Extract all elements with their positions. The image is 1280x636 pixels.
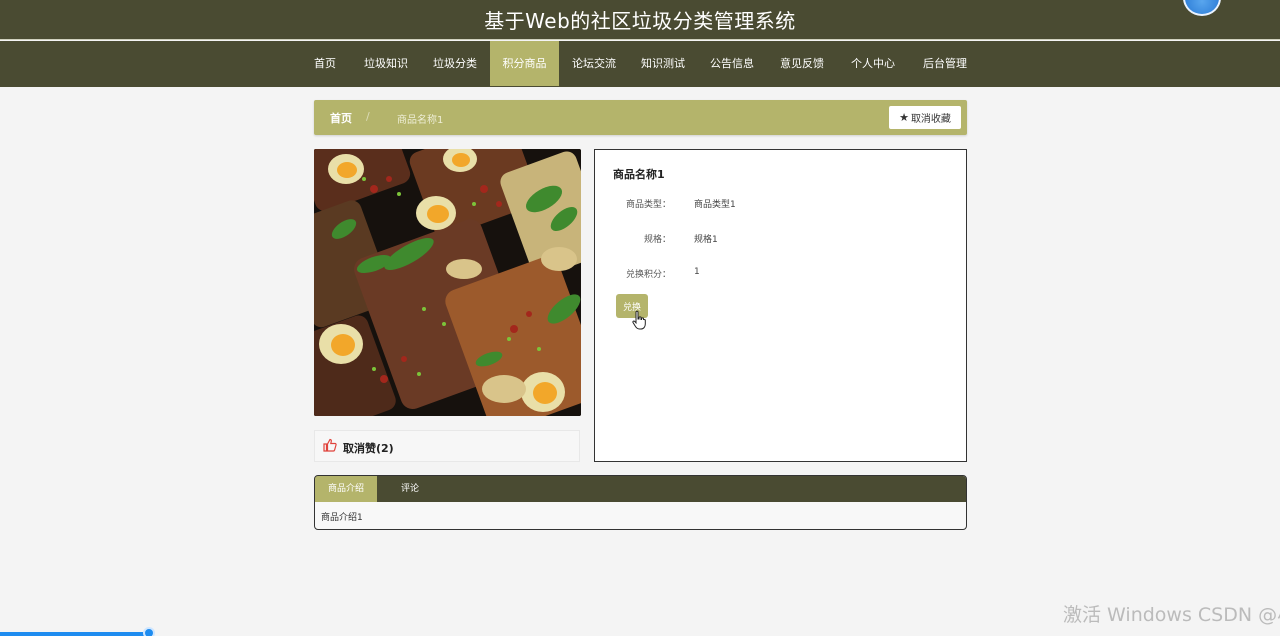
star-icon: ★ xyxy=(899,112,909,124)
breadcrumb: 首页 / 商品名称1 ★ 取消收藏 xyxy=(314,100,967,135)
breadcrumb-current: 商品名称1 xyxy=(397,115,444,126)
breadcrumb-home[interactable]: 首页 xyxy=(330,110,352,126)
unfavorite-label: 取消收藏 xyxy=(910,114,951,125)
scroll-progress-knob[interactable] xyxy=(143,627,155,636)
spec-label: 规格： xyxy=(643,235,671,245)
product-type-label: 商品类型： xyxy=(625,200,671,210)
nav-item-personal-center[interactable]: 个人中心 xyxy=(845,41,901,86)
nav-item-announcements[interactable]: 公告信息 xyxy=(704,41,760,86)
nav-item-points-products[interactable]: 积分商品 xyxy=(490,41,559,86)
tab-content: 商品介绍1 xyxy=(321,513,363,523)
product-image xyxy=(314,149,581,416)
breadcrumb-separator: / xyxy=(366,110,370,123)
tab-comments[interactable]: 评论 xyxy=(385,476,435,502)
food-photo xyxy=(314,149,581,416)
nav-item-garbage-classification[interactable]: 垃圾分类 xyxy=(427,41,483,86)
unfavorite-button[interactable]: ★ 取消收藏 xyxy=(889,106,961,129)
product-tabs: 商品介绍 评论 商品介绍1 xyxy=(314,475,967,530)
like-label: 取消赞(2) xyxy=(343,442,394,455)
nav-item-garbage-knowledge[interactable]: 垃圾知识 xyxy=(358,41,414,86)
product-name: 商品名称1 xyxy=(613,168,665,181)
tabs-header: 商品介绍 评论 xyxy=(315,476,966,502)
nav-item-feedback[interactable]: 意见反馈 xyxy=(774,41,830,86)
spec-value: 规格1 xyxy=(694,235,718,245)
nav-item-admin[interactable]: 后台管理 xyxy=(916,41,974,86)
nav-item-forum[interactable]: 论坛交流 xyxy=(566,41,622,86)
nav-item-home[interactable]: 首页 xyxy=(303,41,347,86)
points-label: 兑换积分： xyxy=(625,270,671,280)
product-info-panel: 商品名称1 商品类型： 商品类型1 规格： 规格1 兑换积分： 1 兑换 xyxy=(594,149,967,462)
main-nav: 首页 垃圾知识 垃圾分类 积分商品 论坛交流 知识测试 公告信息 意见反馈 个人… xyxy=(0,41,1280,87)
os-watermark: 激活 Windows CSDN @小奔3 xyxy=(1063,604,1280,626)
like-bar[interactable]: 取消赞(2) xyxy=(314,430,580,462)
hand-cursor-icon xyxy=(632,310,646,330)
nav-item-knowledge-test[interactable]: 知识测试 xyxy=(635,41,691,86)
product-type-value: 商品类型1 xyxy=(694,200,736,210)
site-header: 基于Web的社区垃圾分类管理系统 xyxy=(0,0,1280,40)
thumbs-up-icon xyxy=(323,438,337,452)
site-title: 基于Web的社区垃圾分类管理系统 xyxy=(484,9,796,33)
scroll-progress-bar xyxy=(0,632,148,636)
points-value: 1 xyxy=(694,267,700,277)
tab-product-intro[interactable]: 商品介绍 xyxy=(315,476,377,502)
